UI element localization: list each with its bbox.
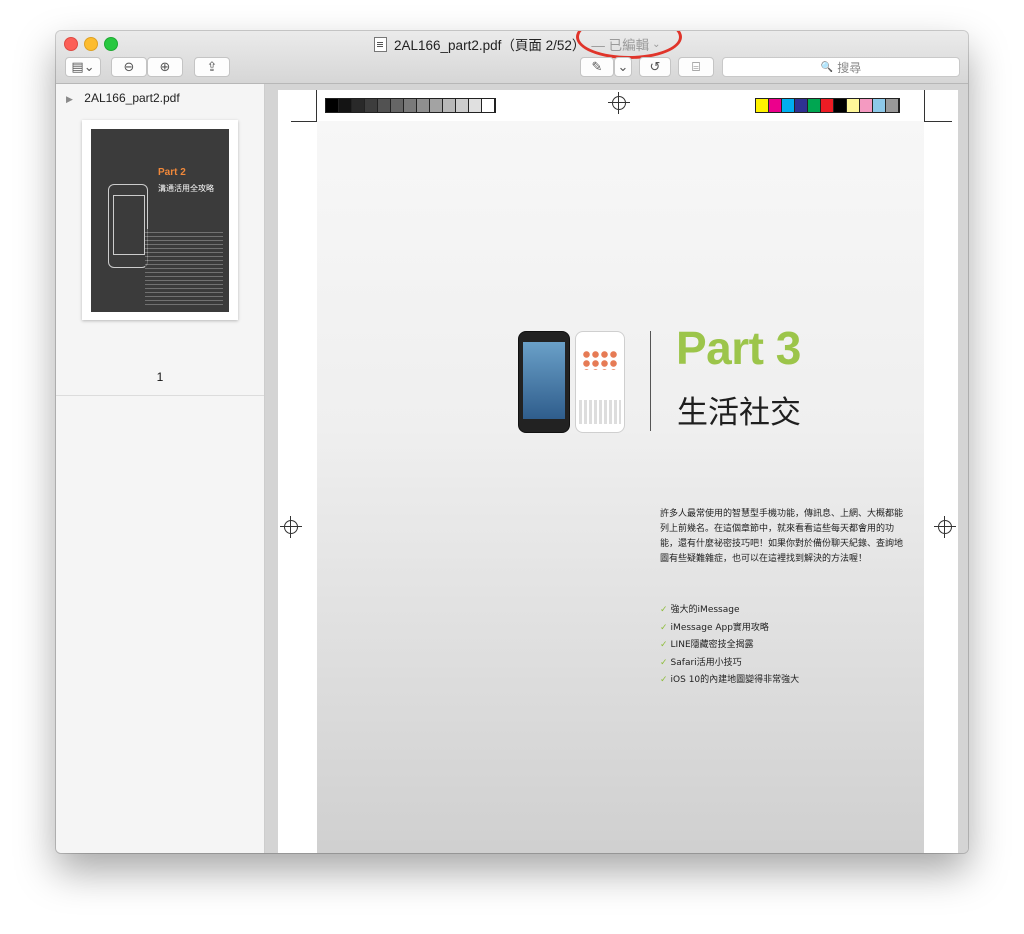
- thumbnail-subtitle: 溝通活用全攻略: [158, 184, 214, 193]
- thumbnail-page-number: 1: [156, 370, 164, 384]
- share-button[interactable]: ⇪: [194, 57, 230, 77]
- color-swatch: [873, 99, 886, 112]
- color-swatch: [847, 99, 860, 112]
- color-swatch: [352, 99, 365, 112]
- color-swatch: [339, 99, 352, 112]
- rotate-button[interactable]: ↺: [639, 57, 671, 77]
- topic-checklist: ✓ 強大的iMessage ✓ iMessage App實用攻略 ✓ LINE隱藏密技…: [660, 602, 799, 690]
- color-swatch: [756, 99, 769, 112]
- document-view[interactable]: Part 3 生活社交 許多人最常使用的智慧型手機功能，傳訊息、上網、大概都能列…: [265, 84, 968, 853]
- color-swatch: [365, 99, 378, 112]
- close-button[interactable]: [64, 37, 78, 51]
- registration-mark: [934, 516, 956, 538]
- page-artwork: Part 3 生活社交 許多人最常使用的智慧型手機功能，傳訊息、上網、大概都能列…: [317, 121, 924, 853]
- crop-mark: [924, 90, 925, 121]
- window-title-text: 2AL166_part2.pdf（頁面 2/52）: [394, 38, 586, 53]
- crop-mark: [316, 90, 317, 121]
- list-item: ✓ Safari活用小技巧: [660, 657, 742, 668]
- thumbnail-text-lines: [145, 229, 223, 305]
- checkmark-icon: ✓: [660, 675, 668, 685]
- color-swatch: [469, 99, 482, 112]
- checkmark-icon: ✓: [660, 657, 668, 668]
- color-swatch: [808, 99, 821, 112]
- color-swatch: [834, 99, 847, 112]
- sidebar-divider: [56, 395, 264, 396]
- toolbox-button[interactable]: ⌸: [678, 57, 714, 77]
- sidebar-toggle-button[interactable]: ▤⌄: [65, 57, 101, 77]
- list-item: ✓ LINE隱藏密技全揭露: [660, 640, 754, 650]
- disclosure-triangle-icon[interactable]: ▶: [66, 94, 73, 104]
- sidebar-file-row[interactable]: ▶ 2AL166_part2.pdf: [66, 91, 180, 105]
- crop-mark: [924, 121, 952, 122]
- zoom-out-button[interactable]: ⊖: [111, 57, 147, 77]
- color-swatch: [391, 99, 404, 112]
- registration-mark: [608, 92, 630, 114]
- markup-button[interactable]: ✎: [580, 57, 614, 77]
- grayscale-color-bar: [325, 98, 496, 113]
- color-swatch: [482, 99, 495, 112]
- page-thumbnail[interactable]: Part 2 溝通活用全攻略: [82, 120, 238, 320]
- search-icon: 🔍: [820, 61, 834, 73]
- color-swatch: [326, 99, 339, 112]
- zoom-in-button[interactable]: ⊕: [147, 57, 183, 77]
- checkmark-icon: ✓: [660, 622, 668, 633]
- title-bar: 2AL166_part2.pdf（頁面 2/52） — 已編輯 ⌄ ▤⌄ ⊖ ⊕…: [56, 31, 968, 84]
- preview-window: 2AL166_part2.pdf（頁面 2/52） — 已編輯 ⌄ ▤⌄ ⊖ ⊕…: [56, 31, 968, 853]
- color-swatch: [795, 99, 808, 112]
- checkmark-icon: ✓: [660, 640, 668, 650]
- markup-menu-button[interactable]: ⌄: [614, 57, 632, 77]
- color-swatch: [886, 99, 899, 112]
- color-swatch: [860, 99, 873, 112]
- checkmark-icon: ✓: [660, 605, 668, 615]
- iphone-message-screen-image: [575, 331, 625, 433]
- color-swatch: [378, 99, 391, 112]
- color-swatch: [404, 99, 417, 112]
- thumbnail-part-title: Part 2: [158, 167, 186, 178]
- search-input[interactable]: 🔍 搜尋: [722, 57, 960, 77]
- color-swatch: [782, 99, 795, 112]
- registration-mark: [280, 516, 302, 538]
- title-divider: [650, 331, 651, 431]
- thumbnail-sidebar: ▶ 2AL166_part2.pdf Part 2 溝通活用全攻略 1: [56, 84, 265, 853]
- pdf-page: Part 3 生活社交 許多人最常使用的智慧型手機功能，傳訊息、上網、大概都能列…: [278, 90, 958, 853]
- crop-mark: [291, 121, 317, 122]
- annotation-circle: [576, 31, 682, 59]
- color-swatch: [443, 99, 456, 112]
- sidebar-file-name: 2AL166_part2.pdf: [84, 91, 180, 105]
- color-swatch: [430, 99, 443, 112]
- minimize-button[interactable]: [84, 37, 98, 51]
- pdf-document-icon: [374, 36, 387, 52]
- search-placeholder: 搜尋: [837, 60, 862, 75]
- color-swatch: [417, 99, 430, 112]
- intro-paragraph: 許多人最常使用的智慧型手機功能，傳訊息、上網、大概都能列上前幾名。在這個章節中，…: [660, 509, 904, 564]
- list-item: ✓ iOS 10的內建地圖變得非常強大: [660, 675, 800, 685]
- color-swatch: [456, 99, 469, 112]
- list-item: ✓ iMessage App實用攻略: [660, 622, 769, 633]
- color-swatch: [821, 99, 834, 112]
- zoom-button[interactable]: [104, 37, 118, 51]
- thumbnail-page-content: Part 2 溝通活用全攻略: [91, 129, 229, 312]
- section-title: 生活社交: [677, 395, 801, 431]
- list-item: ✓ 強大的iMessage: [660, 605, 740, 615]
- part-title: Part 3: [676, 322, 801, 374]
- iphone-home-screen-image: [518, 331, 570, 433]
- color-swatch: [769, 99, 782, 112]
- process-color-bar: [755, 98, 900, 113]
- phone-outline-icon: [108, 184, 148, 268]
